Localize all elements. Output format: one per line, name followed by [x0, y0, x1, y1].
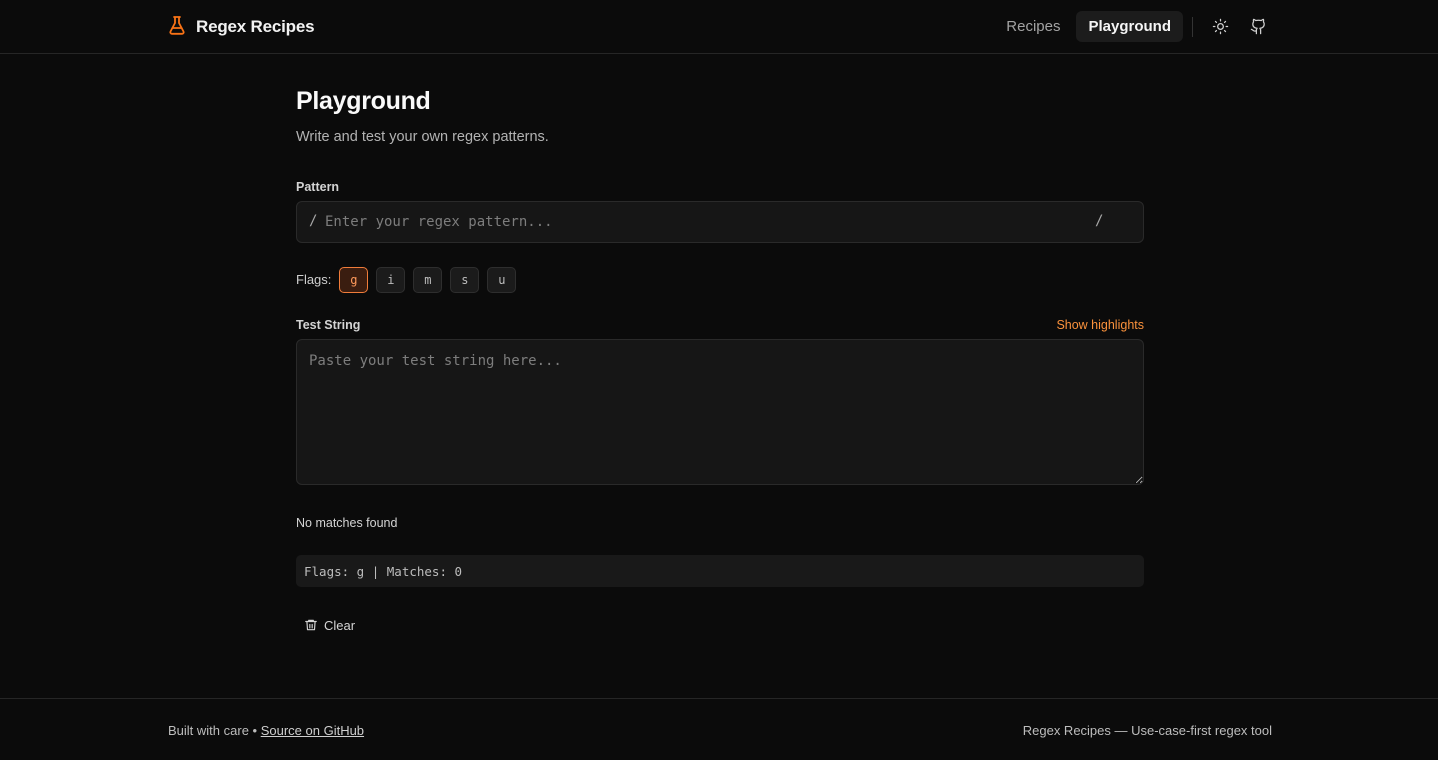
github-icon: [1250, 18, 1265, 35]
site-header: Regex Recipes Recipes Playground: [0, 0, 1438, 54]
flags-label: Flags:: [296, 272, 332, 287]
test-string-input[interactable]: [296, 339, 1144, 485]
match-summary: Flags: g | Matches: 0: [296, 555, 1144, 587]
pattern-field: / /: [296, 201, 1144, 243]
site-footer: Built with care • Source on GitHub Regex…: [0, 698, 1438, 760]
clear-button[interactable]: Clear: [304, 612, 355, 638]
nav-divider: [1192, 16, 1193, 37]
flag-m-toggle[interactable]: m: [413, 266, 443, 293]
show-highlights-button[interactable]: Show highlights: [1056, 318, 1144, 332]
page-subtitle: Write and test your own regex patterns.: [296, 129, 549, 145]
theme-toggle-button[interactable]: [1206, 13, 1234, 41]
main-nav: Recipes Playground: [994, 11, 1272, 42]
trash-icon: [305, 619, 317, 631]
flag-g-toggle[interactable]: g: [339, 266, 369, 293]
nav-recipes[interactable]: Recipes: [994, 11, 1072, 42]
brand-link[interactable]: Regex Recipes: [168, 14, 315, 40]
flags-row: Flags: g i m s u: [296, 266, 524, 293]
footer-credit: Built with care • Source on GitHub: [168, 723, 364, 738]
test-string-label: Test String: [296, 318, 361, 332]
match-result-text: No matches found: [296, 516, 398, 530]
flag-s-toggle[interactable]: s: [450, 266, 480, 293]
page-title: Playground: [296, 87, 431, 115]
sun-icon: [1212, 18, 1228, 35]
flag-u-toggle[interactable]: u: [487, 266, 517, 293]
nav-playground[interactable]: Playground: [1076, 11, 1183, 42]
source-github-link[interactable]: Source on GitHub: [261, 723, 364, 738]
footer-credit-text: Built with care •: [168, 723, 261, 738]
pattern-left-delimiter: /: [309, 213, 318, 229]
flask-icon: [168, 15, 186, 40]
pattern-label: Pattern: [296, 180, 340, 194]
github-button[interactable]: [1244, 13, 1272, 41]
footer-tagline: Regex Recipes — Use-case-first regex too…: [1022, 723, 1272, 738]
brand-title: Regex Recipes: [196, 17, 315, 36]
clear-label: Clear: [324, 617, 356, 633]
pattern-right-delimiter: /: [1095, 213, 1104, 229]
pattern-input[interactable]: [325, 202, 1085, 242]
flag-i-toggle[interactable]: i: [376, 266, 406, 293]
